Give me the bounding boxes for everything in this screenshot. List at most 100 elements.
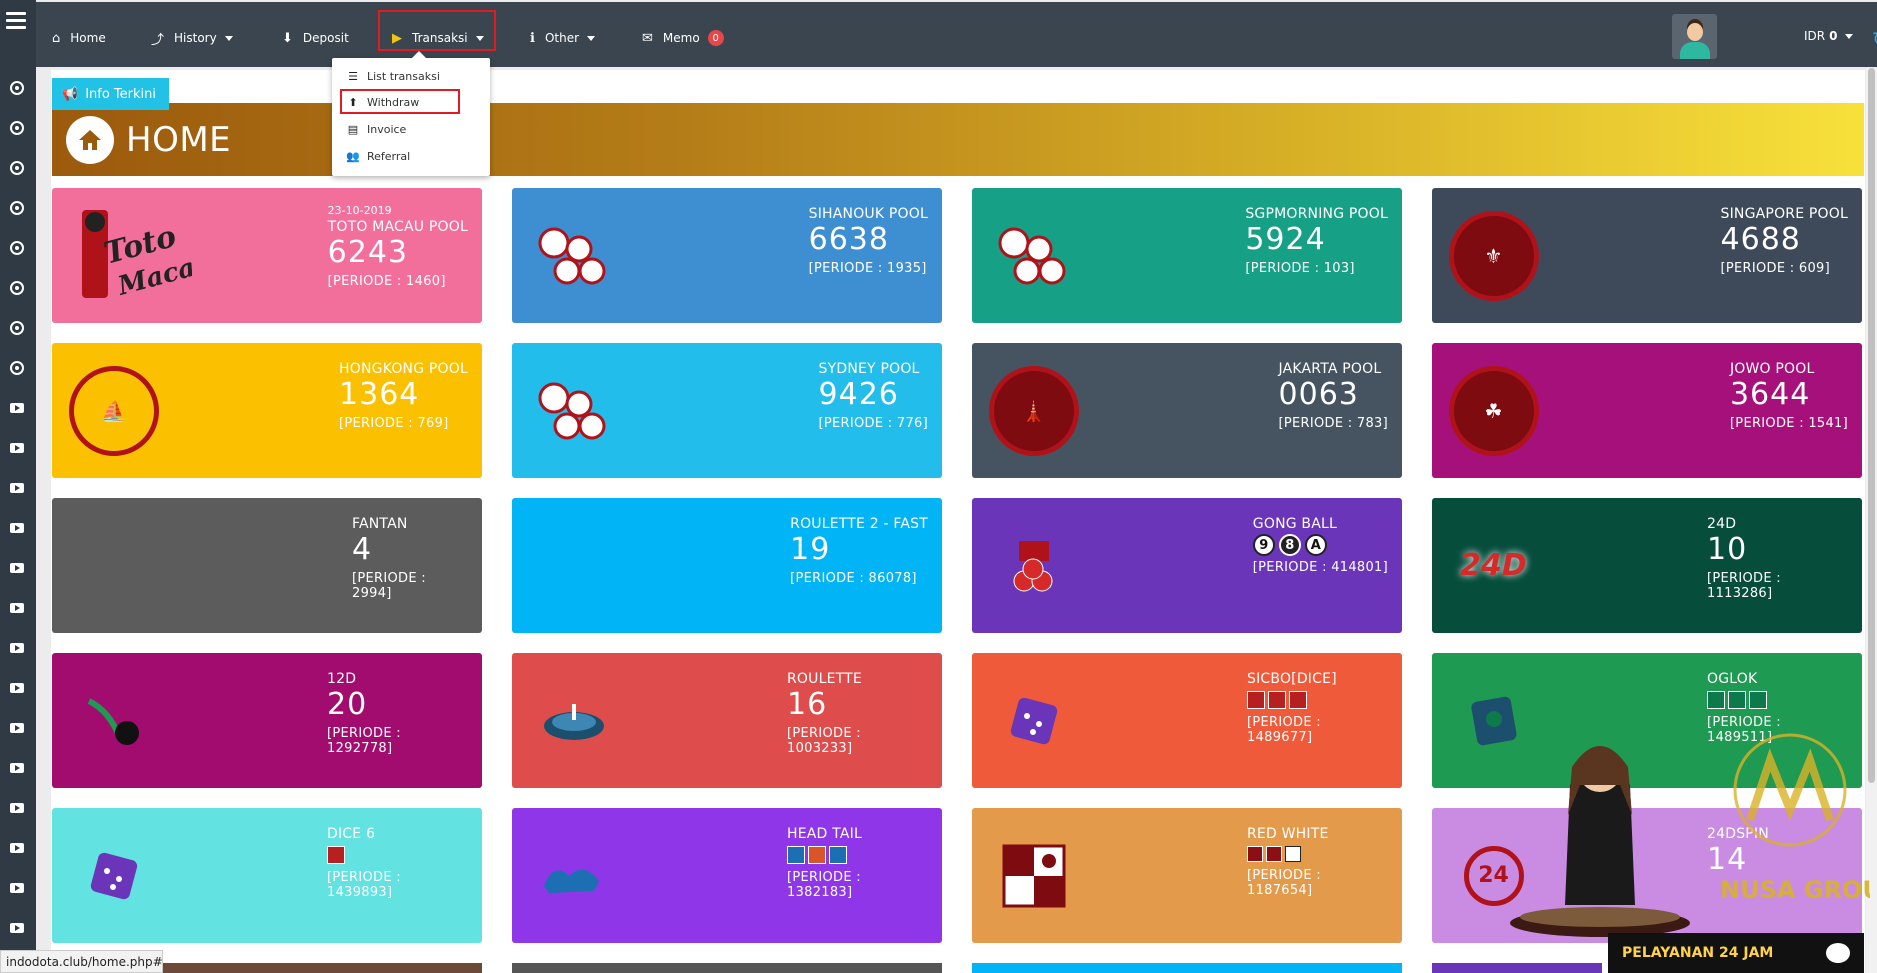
sidebar-play-icon[interactable] (10, 803, 24, 813)
game-card-toto-macau[interactable]: Toto Macau 23-10-2019 TOTO MACAU POOL 62… (52, 188, 482, 323)
nav-deposit[interactable]: ⬇ Deposit (282, 28, 349, 48)
game-card-12d[interactable]: 12D 20 [PERIODE : 1292778] (52, 653, 482, 788)
game-name: SICBO[DICE] (1247, 671, 1337, 687)
coin-face-icon (787, 846, 805, 864)
nav-history[interactable]: ⤴ History (151, 28, 233, 48)
menu-item-withdraw[interactable]: ⬆ Withdraw (346, 93, 419, 111)
megaphone-icon: 📢 (62, 86, 79, 102)
dice-face-icon (327, 846, 345, 864)
sidebar-play-icon[interactable] (10, 483, 24, 493)
promo-dealer-image[interactable] (1500, 725, 1700, 940)
game-card-sydney[interactable]: SYDNEY POOL 9426 [PERIODE : 776] (512, 343, 942, 478)
draw-date: 23-10-2019 (327, 204, 392, 217)
result-number: 0063 (1278, 377, 1359, 412)
sidebar-play-icon[interactable] (10, 563, 24, 573)
periode: [PERIODE : 1187654] (1247, 868, 1321, 898)
game-name: JAKARTA POOL (1278, 361, 1382, 377)
page-title: HOME (126, 119, 232, 160)
game-card-dice6[interactable]: DICE 6 [PERIODE : 1439893] (52, 808, 482, 943)
result-number: 20 (327, 687, 368, 722)
game-card-hongkong[interactable]: ⛵ HONGKONG POOL 1364 [PERIODE : 769] (52, 343, 482, 478)
nav-transaksi[interactable]: ▶ Transaksi (392, 28, 484, 48)
avatar[interactable] (1672, 14, 1717, 59)
periode: [PERIODE : 1460] (327, 274, 446, 289)
sidebar-play-icon[interactable] (10, 843, 24, 853)
sidebar-circle-icon[interactable] (10, 81, 24, 95)
invoice-icon: ▤ (347, 122, 359, 136)
sidebar-circle-icon[interactable] (10, 321, 24, 335)
sidebar-play-icon[interactable] (10, 883, 24, 893)
game-card-head-tail[interactable]: HEAD TAIL [PERIODE : 1382183] (512, 808, 942, 943)
game-name: HONGKONG POOL (339, 361, 468, 377)
top-navbar: ⌂ Home ⤴ History ⬇ Deposit ▶ Transaksi ℹ… (36, 2, 1877, 67)
game-name: SIHANOUK POOL (808, 206, 928, 222)
game-card-sicbo[interactable]: SICBO[DICE] [PERIODE : 1489677] (972, 653, 1402, 788)
game-card-jowo[interactable]: ☘ JOWO POOL 3644 [PERIODE : 1541] (1432, 343, 1862, 478)
oglok-face-icon (1749, 691, 1767, 709)
nav-home[interactable]: ⌂ Home (52, 28, 106, 48)
sidebar-circle-icon[interactable] (10, 161, 24, 175)
dice-icon (986, 673, 1081, 768)
gong-ball-results: 9 8 A (1252, 534, 1388, 556)
memo-count-badge: 0 (707, 30, 724, 46)
game-card-sihanouk[interactable]: SIHANOUK POOL 6638 [PERIODE : 1935] (512, 188, 942, 323)
chat-bubble-icon (1826, 943, 1850, 963)
sidebar-play-icon[interactable] (10, 763, 24, 773)
sidebar-circle-icon[interactable] (10, 201, 24, 215)
game-name: RED WHITE (1247, 826, 1329, 842)
game-card-red-white[interactable]: RED WHITE [PERIODE : 1187654] (972, 808, 1402, 943)
game-name: SINGAPORE POOL (1720, 206, 1848, 222)
line-chart-icon: ⤴ (151, 32, 165, 48)
game-name: TOTO MACAU POOL (327, 219, 468, 235)
nav-memo[interactable]: ✉ Memo 0 (642, 28, 724, 48)
sidebar-play-icon[interactable] (10, 523, 24, 533)
sidebar-play-icon[interactable] (10, 923, 24, 933)
left-sidebar (0, 0, 36, 973)
sidebar-play-icon[interactable] (10, 723, 24, 733)
menu-toggle-icon[interactable] (6, 12, 26, 30)
game-card-roulette2-fast[interactable]: ROULETTE 2 - FAST 19 [PERIODE : 86078] (512, 498, 942, 633)
sidebar-circle-icon[interactable] (10, 121, 24, 135)
game-card-24d[interactable]: 24D 24D 10 [PERIODE : 1113286] (1432, 498, 1862, 633)
sidebar-circle-icon[interactable] (10, 241, 24, 255)
24d-logo: 24D (1460, 548, 1527, 583)
game-name: SYDNEY POOL (818, 361, 920, 377)
periode: [PERIODE : 609] (1720, 261, 1830, 276)
game-card-roulette[interactable]: ROULETTE 16 [PERIODE : 1003233] (512, 653, 942, 788)
info-terkini-tab[interactable]: 📢 Info Terkini (52, 78, 169, 110)
live-chat-bar[interactable]: PELAYANAN 24 JAM (1608, 933, 1864, 973)
game-card-sgpmorning[interactable]: SGPMORNING POOL 5924 [PERIODE : 103] (972, 188, 1402, 323)
periode: [PERIODE : 783] (1278, 416, 1388, 431)
periode: [PERIODE : 1113286] (1707, 571, 1781, 601)
game-name: FANTAN (352, 516, 408, 532)
game-card-jakarta[interactable]: 🗼 JAKARTA POOL 0063 [PERIODE : 783] (972, 343, 1402, 478)
sidebar-play-icon[interactable] (10, 603, 24, 613)
merlion-logo: ⚜ (1446, 208, 1541, 303)
menu-item-list-transaksi[interactable]: ☰ List transaksi (346, 67, 440, 85)
game-card-gong-ball[interactable]: GONG BALL 9 8 A [PERIODE : 414801] (972, 498, 1402, 633)
balance-dropdown[interactable]: IDR 0 (1804, 29, 1854, 43)
game-card-fantan[interactable]: FANTAN 4 [PERIODE : 2994] (52, 498, 482, 633)
home-icon: ⌂ (52, 30, 61, 46)
sidebar-play-icon[interactable] (10, 443, 24, 453)
sidebar-play-icon[interactable] (10, 643, 24, 653)
sidebar-circle-icon[interactable] (10, 361, 24, 375)
oglok-results (1707, 691, 1848, 709)
chevron-down-icon (1845, 33, 1854, 39)
menu-item-invoice[interactable]: ▤ Invoice (346, 120, 407, 138)
nav-other[interactable]: ℹ Other (530, 28, 596, 48)
list-icon: ☰ (348, 69, 358, 83)
result-number: 5924 (1245, 222, 1326, 257)
sidebar-play-icon[interactable] (10, 403, 24, 413)
card-peek (972, 963, 1402, 973)
sidebar-play-icon[interactable] (10, 683, 24, 693)
result-number: 1364 (339, 377, 420, 412)
sidebar-circle-icon[interactable] (10, 281, 24, 295)
periode: [PERIODE : 1935] (808, 261, 927, 276)
info-icon: ℹ (530, 30, 535, 46)
game-name: DICE 6 (327, 826, 376, 842)
game-card-singapore[interactable]: ⚜ SINGAPORE POOL 4688 [PERIODE : 609] (1432, 188, 1862, 323)
periode: [PERIODE : 1382183] (787, 870, 861, 900)
menu-item-referral[interactable]: 👥 Referral (346, 147, 410, 165)
refresh-icon[interactable]: ↻ (1872, 28, 1877, 50)
